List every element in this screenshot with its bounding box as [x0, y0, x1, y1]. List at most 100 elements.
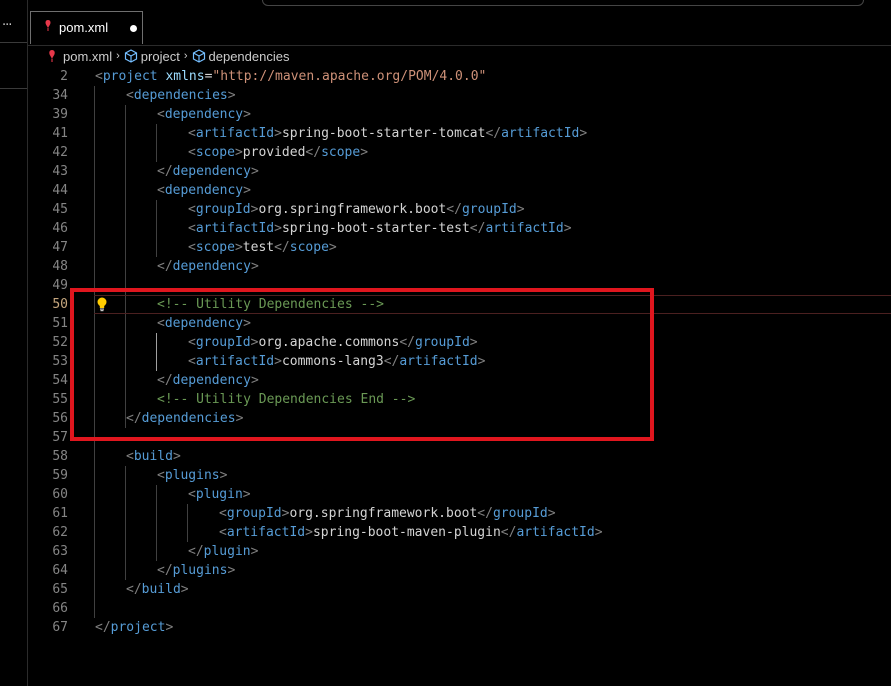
code-text: <project xmlns="http://maven.apache.org/…	[95, 67, 486, 86]
line-number: 43	[52, 164, 68, 179]
code-token: >	[172, 449, 181, 464]
code-token: xmlns	[165, 69, 205, 84]
line-number: 56	[52, 411, 68, 426]
tab-pom-xml[interactable]: pom.xml	[30, 11, 143, 44]
code-line[interactable]: 41 <artifactId>spring-boot-starter-tomcat…	[28, 124, 891, 143]
code-token: plugins	[172, 563, 228, 578]
code-token: >	[250, 259, 259, 274]
code-line[interactable]: 48 </dependency>	[28, 257, 891, 276]
code-line[interactable]: 58 <build>	[28, 447, 891, 466]
code-text: <scope>test</scope>	[188, 238, 337, 257]
code-token: plugins	[164, 468, 220, 483]
line-number: 54	[52, 373, 68, 388]
code-token: <	[188, 202, 196, 217]
line-number: 47	[52, 240, 68, 255]
code-line[interactable]: 61 <groupId>org.springframework.boot</gro…	[28, 504, 891, 523]
code-token: dependency	[164, 183, 244, 198]
code-text: <groupId>org.springframework.boot</group…	[219, 504, 556, 523]
line-number: 63	[52, 544, 68, 559]
code-line[interactable]: 39 <dependency>	[28, 105, 891, 124]
code-token: >	[594, 525, 603, 540]
code-token: >	[328, 240, 337, 255]
code-text: <artifactId>spring-boot-starter-tomcat</…	[188, 124, 587, 143]
code-token: </	[157, 563, 173, 578]
line-number: 64	[52, 563, 68, 578]
unsaved-dot-icon[interactable]	[130, 25, 137, 32]
code-token: >	[180, 582, 189, 597]
line-number: 45	[52, 202, 68, 217]
divider	[0, 88, 27, 89]
code-token: artifactId	[195, 221, 275, 236]
line-number: 67	[52, 620, 68, 635]
code-line[interactable]: 63 </plugin>	[28, 542, 891, 561]
code-token: groupId	[461, 202, 517, 217]
line-number: 61	[52, 506, 68, 521]
code-token: <	[219, 525, 227, 540]
breadcrumb-item-dependencies[interactable]: dependencies	[192, 49, 289, 64]
annotation-highlight-box	[70, 288, 654, 441]
symbol-tag-icon	[124, 49, 137, 63]
code-text: <scope>provided</scope>	[188, 143, 368, 162]
code-token: >	[274, 221, 282, 236]
code-token: provided	[242, 145, 306, 160]
code-token: scope	[321, 145, 361, 160]
breadcrumb-file[interactable]: pom.xml	[48, 49, 112, 64]
code-token: >	[234, 240, 243, 255]
code-token: </	[477, 506, 493, 521]
code-token: >	[563, 221, 572, 236]
command-center-search[interactable]	[262, 0, 864, 6]
line-number: 66	[52, 601, 68, 616]
line-number: 59	[52, 468, 68, 483]
code-line[interactable]: 2 <project xmlns="http://maven.apache.org…	[28, 67, 891, 86]
code-text: </project>	[95, 618, 173, 637]
code-token: org.springframework.boot	[258, 202, 447, 217]
code-token: >	[165, 620, 174, 635]
code-line[interactable]: 67 </project>	[28, 618, 891, 637]
code-token: </	[500, 525, 517, 540]
code-token: </	[485, 126, 502, 141]
ellipsis-icon[interactable]: ···	[2, 18, 12, 33]
code-token: >	[250, 544, 259, 559]
code-token: >	[579, 126, 588, 141]
code-token: </	[157, 259, 173, 274]
code-token: <	[157, 468, 165, 483]
code-line[interactable]: 65 </build>	[28, 580, 891, 599]
breadcrumb: pom.xml › project › dependencies	[48, 47, 289, 65]
activity-bar: ···	[0, 0, 28, 686]
code-token: >	[547, 506, 556, 521]
code-line[interactable]: 43 </dependency>	[28, 162, 891, 181]
code-line[interactable]: 47 <scope>test</scope>	[28, 238, 891, 257]
code-line[interactable]: 62 <artifactId>spring-boot-maven-plugin</…	[28, 523, 891, 542]
code-text: </dependency>	[157, 162, 259, 181]
code-token: <	[126, 88, 134, 103]
code-text: </dependency>	[157, 257, 259, 276]
code-line[interactable]: 60 <plugin>	[28, 485, 891, 504]
code-token: groupId	[226, 506, 282, 521]
code-token: build	[133, 449, 173, 464]
line-number: 50	[52, 297, 68, 312]
code-line[interactable]: 42 <scope>provided</scope>	[28, 143, 891, 162]
breadcrumb-item-project[interactable]: project	[124, 49, 180, 64]
code-token: >	[227, 563, 236, 578]
code-token: artifactId	[516, 525, 595, 540]
code-token: org.springframework.boot	[289, 506, 478, 521]
code-text: <plugin>	[188, 485, 251, 504]
code-line[interactable]: 64 </plugins>	[28, 561, 891, 580]
line-number: 2	[60, 69, 68, 84]
code-line[interactable]: 44 <dependency>	[28, 181, 891, 200]
line-number: 42	[52, 145, 68, 160]
code-line[interactable]: 66	[28, 599, 891, 618]
code-line[interactable]: 46 <artifactId>spring-boot-starter-test</…	[28, 219, 891, 238]
line-number: 41	[52, 126, 68, 141]
line-number: 52	[52, 335, 68, 350]
line-number: 57	[52, 430, 68, 445]
code-line[interactable]: 59 <plugins>	[28, 466, 891, 485]
code-line[interactable]: 34 <dependencies>	[28, 86, 891, 105]
code-token: spring-boot-maven-plugin	[312, 525, 501, 540]
code-text: <artifactId>spring-boot-maven-plugin</ar…	[219, 523, 603, 542]
code-line[interactable]: 45 <groupId>org.springframework.boot</gro…	[28, 200, 891, 219]
tab-label: pom.xml	[59, 20, 109, 35]
line-number: 49	[52, 278, 68, 293]
code-token: dependency	[164, 107, 244, 122]
line-number: 58	[52, 449, 68, 464]
